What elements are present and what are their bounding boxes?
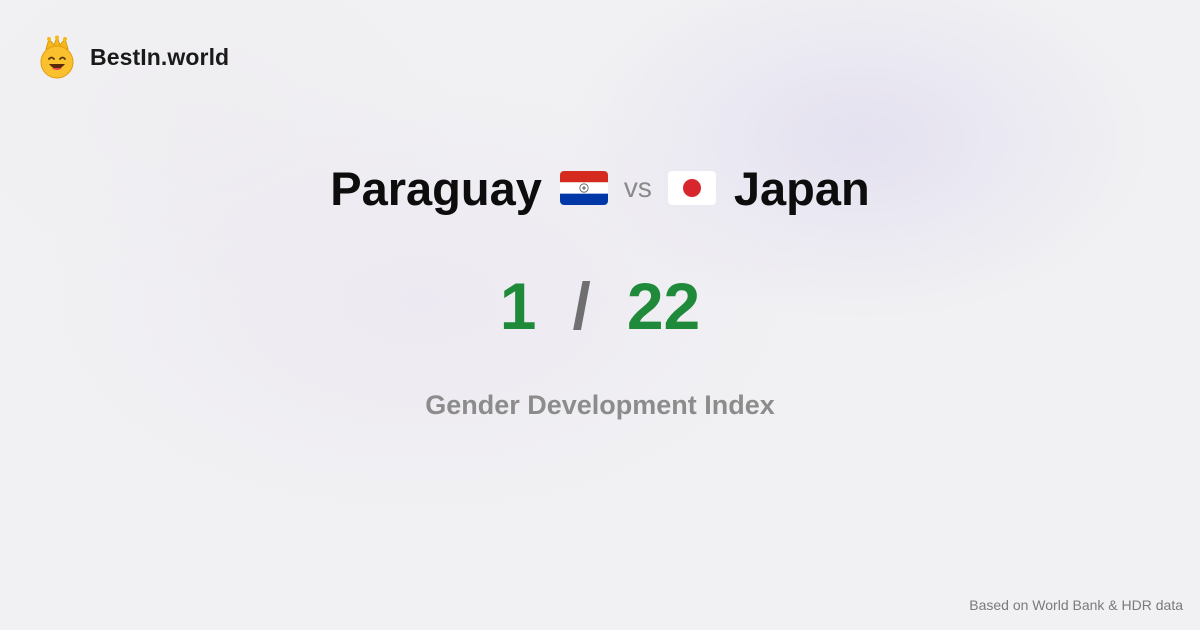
- brand[interactable]: BestIn.world: [38, 35, 229, 79]
- comparison-title: Paraguay vs Japan: [0, 158, 1200, 218]
- left-rank-value: 1: [499, 269, 537, 343]
- rank-comparison: 1 / 22: [0, 268, 1200, 344]
- smiling-crown-emoji-icon: [40, 35, 74, 79]
- right-rank-value: 22: [626, 269, 701, 343]
- right-country-name: Japan: [733, 161, 870, 215]
- brand-name: BestIn.world: [90, 43, 230, 70]
- japan-flag-icon: [667, 171, 716, 205]
- rank-separator: /: [572, 269, 591, 343]
- data-source-note: Based on World Bank & HDR data: [969, 597, 1183, 613]
- left-country-name: Paraguay: [330, 161, 542, 215]
- vs-label: vs: [623, 172, 652, 203]
- metric-name: Gender Development Index: [425, 390, 775, 420]
- paraguay-flag-icon: [559, 171, 608, 205]
